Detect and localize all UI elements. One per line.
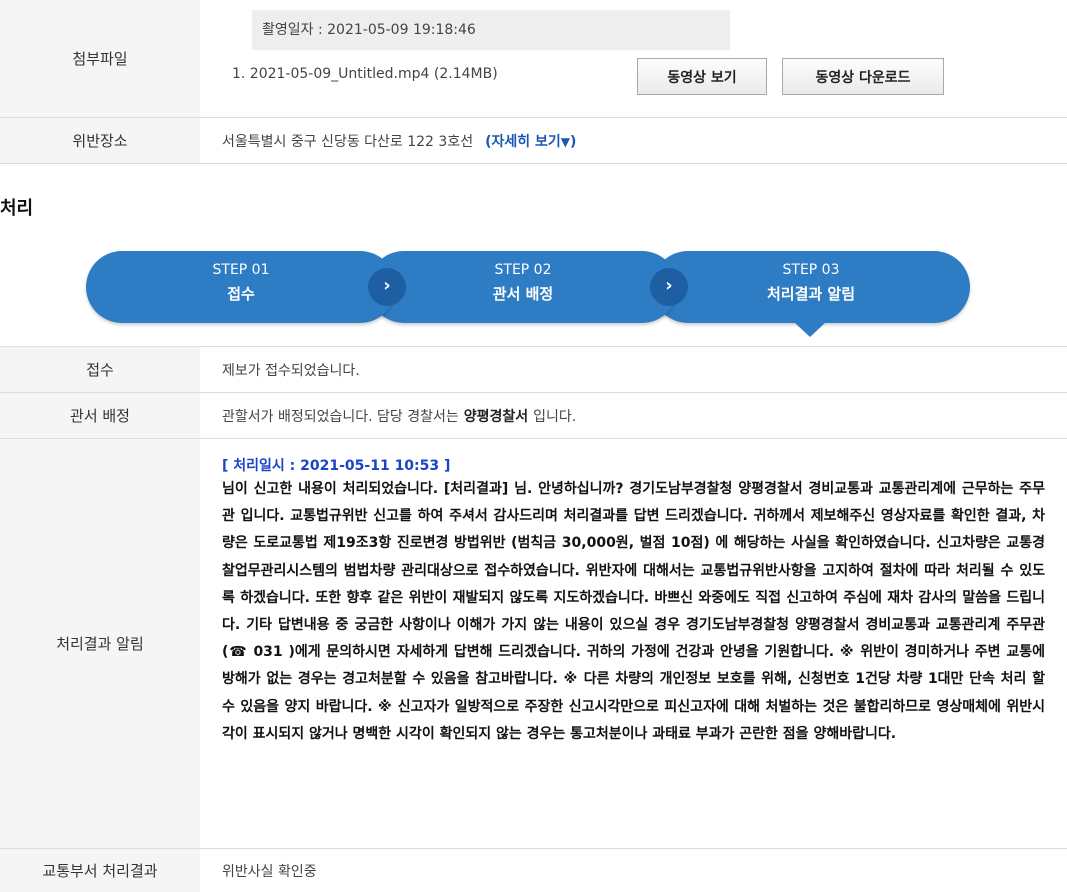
result-text: 님이 신고한 내용이 처리되었습니다. [처리결과] 님. 안녕하십니까? 경기…: [222, 481, 1045, 742]
triangle-down-icon: ▼: [560, 134, 571, 149]
detail-view-link[interactable]: (자세히 보기▼): [485, 131, 576, 151]
attachment-row: 첨부파일 촬영일자 : 2021-05-09 19:18:46 1. 2021-…: [0, 0, 1067, 118]
step-2-number: STEP 02: [494, 262, 552, 278]
shoot-date: 촬영일자 : 2021-05-09 19:18:46: [252, 10, 730, 50]
assign-text-end: 입니다.: [533, 408, 577, 425]
step-1-number: STEP 01: [212, 262, 270, 278]
step-3-name: 처리결과 알림: [766, 285, 856, 303]
step-3: STEP 03 처리결과 알림: [652, 251, 970, 323]
file-name: 1. 2021-05-09_Untitled.mp4 (2.14MB): [232, 66, 498, 82]
traffic-row: 교통부서 처리결과 위반사실 확인중: [0, 849, 1067, 892]
attachment-cell: 촬영일자 : 2021-05-09 19:18:46 1. 2021-05-09…: [200, 0, 1067, 117]
location-cell: 서울특별시 중구 신당동 다산로 122 3호선 (자세히 보기▼): [200, 118, 1067, 163]
receipt-label: 접수: [0, 347, 200, 392]
active-step-pointer: [795, 323, 825, 337]
receipt-text: 제보가 접수되었습니다.: [222, 362, 360, 379]
detail-view-close: ): [570, 133, 577, 150]
assign-text: 관할서가 배정되었습니다. 담당 경찰서는: [222, 408, 459, 425]
section-title: 처리: [0, 198, 34, 219]
receipt-row: 접수 제보가 접수되었습니다.: [0, 346, 1067, 393]
detail-view-label: (자세히 보기: [485, 133, 561, 150]
step-3-number: STEP 03: [782, 262, 840, 278]
traffic-text: 위반사실 확인중: [222, 863, 317, 880]
result-label: 처리결과 알림: [0, 439, 200, 848]
step-2-name: 관서 배정: [492, 285, 554, 303]
result-row: 처리결과 알림 [ 처리일시 : 2021-05-11 10:53 ] 님이 신…: [0, 439, 1067, 849]
step-1: STEP 01 접수: [86, 251, 396, 323]
process-steps: STEP 03 처리결과 알림 STEP 02 관서 배정 STEP 01 접수…: [86, 251, 970, 337]
result-cell: [ 처리일시 : 2021-05-11 10:53 ] 님이 신고한 내용이 처…: [200, 439, 1067, 848]
step-1-name: 접수: [227, 285, 255, 303]
location-label: 위반장소: [0, 118, 200, 163]
assign-label: 관서 배정: [0, 393, 200, 438]
download-video-button[interactable]: 동영상 다운로드: [782, 58, 944, 95]
assign-cell: 관할서가 배정되었습니다. 담당 경찰서는 양평경찰서 입니다.: [200, 393, 1067, 438]
police-station: 양평경찰서: [463, 408, 529, 425]
chevron-right-icon: ›: [650, 268, 688, 306]
view-video-button[interactable]: 동영상 보기: [637, 58, 767, 95]
assign-row: 관서 배정 관할서가 배정되었습니다. 담당 경찰서는 양평경찰서 입니다.: [0, 393, 1067, 439]
step-2: STEP 02 관서 배정: [368, 251, 678, 323]
location-address: 서울특별시 중구 신당동 다산로 122 3호선: [222, 133, 474, 150]
chevron-right-icon: ›: [368, 268, 406, 306]
process-time: [ 처리일시 : 2021-05-11 10:53 ]: [222, 458, 451, 474]
attachment-label: 첨부파일: [0, 0, 200, 117]
location-row: 위반장소 서울특별시 중구 신당동 다산로 122 3호선 (자세히 보기▼): [0, 118, 1067, 164]
traffic-label: 교통부서 처리결과: [0, 849, 200, 892]
